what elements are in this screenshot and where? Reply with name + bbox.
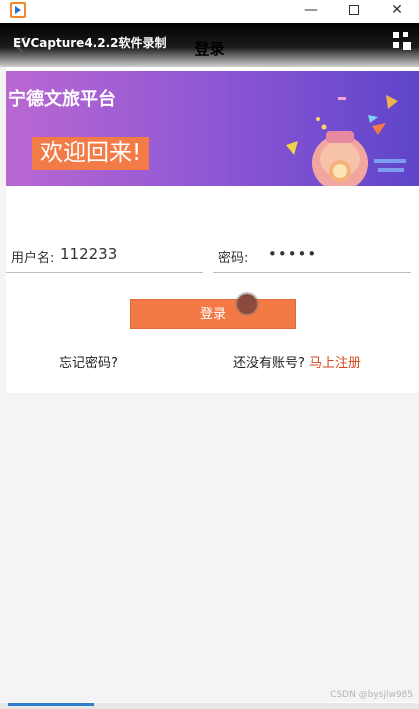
window-titlebar: — ✕ <box>0 0 419 23</box>
app-header: EVCapture4.2.2软件录制 登录 <box>0 23 419 67</box>
forgot-password-link[interactable]: 忘记密码? <box>59 352 118 371</box>
login-button[interactable]: 登录 <box>130 299 296 329</box>
register-prompt: 还没有账号? 马上注册 <box>233 352 361 371</box>
register-link[interactable]: 马上注册 <box>309 356 361 371</box>
progress-bar <box>0 703 419 709</box>
mouse-cursor-indicator <box>237 294 257 314</box>
watermark: CSDN @bysjlw985 <box>330 690 413 700</box>
close-button[interactable]: ✕ <box>378 0 416 23</box>
platform-title: 宁德文旅平台 <box>8 89 116 110</box>
hero-banner: 宁德文旅平台 欢迎回来! <box>6 71 419 186</box>
empty-content-area <box>6 393 419 702</box>
login-form: 用户名: 112233 密码: ••••• 登录 忘记密码? 还没有账号? 马上… <box>6 186 419 393</box>
maximize-button[interactable] <box>335 0 373 23</box>
page-title: 登录 <box>194 40 225 58</box>
no-account-text: 还没有账号? <box>233 356 305 371</box>
password-label: 密码: <box>218 251 249 266</box>
evcapture-logo-icon <box>10 2 26 18</box>
grid-menu-icon[interactable] <box>393 32 411 50</box>
welcome-badge: 欢迎回来! <box>32 137 150 170</box>
username-label: 用户名: <box>11 251 55 266</box>
maximize-icon <box>349 5 359 15</box>
username-input[interactable]: 112233 <box>60 245 200 263</box>
password-input[interactable]: ••••• <box>268 245 408 263</box>
minimize-button[interactable]: — <box>292 0 330 23</box>
username-field[interactable]: 用户名: 112233 <box>6 231 203 273</box>
password-field[interactable]: 密码: ••••• <box>213 231 411 273</box>
